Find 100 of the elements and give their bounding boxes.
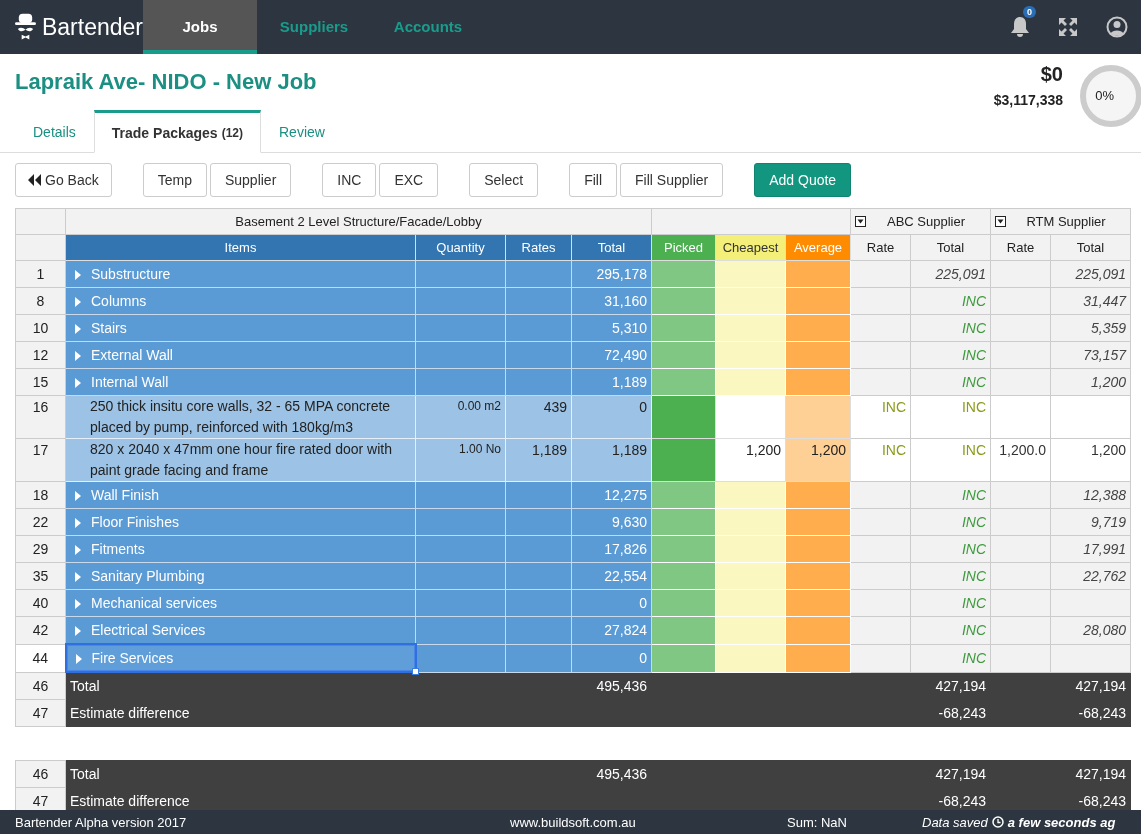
supplier-cell: 225,091: [910, 260, 991, 288]
progress-reading: 0%: [1095, 88, 1114, 103]
nav-tab[interactable]: Jobs: [143, 0, 257, 54]
compare-cell: 1,200: [785, 438, 851, 482]
toolbar-button[interactable]: Fill Supplier: [620, 163, 724, 197]
toolbar-button[interactable]: Go Back: [15, 163, 112, 197]
fill-handle[interactable]: [411, 668, 419, 675]
expand-icon[interactable]: [75, 518, 81, 529]
expand-icon[interactable]: [75, 297, 81, 308]
total-cell: 9,630: [571, 508, 652, 536]
supplier-cell: INC: [910, 508, 991, 536]
summary-total: 427,194: [1050, 760, 1131, 788]
summary-label: Total: [65, 760, 572, 788]
row-number: 1: [15, 260, 66, 288]
summary-total: 495,436: [571, 672, 652, 700]
supplier-cell: 17,991: [1050, 535, 1131, 563]
group-row-cell[interactable]: Fitments: [65, 535, 416, 563]
row-number: 15: [15, 368, 66, 396]
column-header: Quantity: [415, 234, 506, 261]
row-number: 35: [15, 562, 66, 590]
rewind-icon: [28, 174, 41, 186]
toolbar-button[interactable]: EXC: [379, 163, 439, 197]
group-row-cell[interactable]: Fire Services: [65, 644, 416, 672]
row-number: 16: [15, 395, 66, 439]
supplier-cell: INC: [910, 535, 991, 563]
nav-tab[interactable]: Accounts: [371, 0, 485, 54]
toolbar-button[interactable]: INC: [322, 163, 377, 197]
group-row-cell[interactable]: Columns: [65, 287, 416, 315]
supplier-cell: 22,762: [1050, 562, 1131, 590]
supplier-cell: INC: [910, 314, 991, 342]
saved-time: a few seconds ag: [1007, 814, 1116, 830]
toolbar-button[interactable]: Supplier: [209, 163, 292, 197]
group-row-cell[interactable]: Substructure: [65, 260, 416, 288]
row-number: 47: [15, 699, 66, 727]
fullscreen-icon[interactable]: [1058, 17, 1078, 37]
expand-icon[interactable]: [75, 626, 81, 637]
bell-icon[interactable]: [1010, 16, 1030, 38]
expand-icon[interactable]: [75, 572, 81, 583]
toolbar-button[interactable]: Fill: [569, 163, 618, 197]
group-row-cell[interactable]: Internal Wall: [65, 368, 416, 396]
rate-cell: 439: [505, 395, 572, 439]
row-number: 29: [15, 535, 66, 563]
toolbar-button[interactable]: Add Quote: [754, 163, 852, 197]
group-row-cell[interactable]: Sanitary Plumbing: [65, 562, 416, 590]
page-tab[interactable]: Review: [261, 110, 343, 153]
row-number: 18: [15, 481, 66, 509]
group-row-cell[interactable]: Floor Finishes: [65, 508, 416, 536]
group-row-cell[interactable]: Stairs: [65, 314, 416, 342]
supplier-cell: INC: [910, 616, 991, 644]
group-row-cell[interactable]: Mechanical services: [65, 589, 416, 617]
website-link[interactable]: www.buildsoft.com.au: [510, 814, 636, 830]
column-header: Total: [1050, 234, 1131, 261]
group-row-cell[interactable]: External Wall: [65, 341, 416, 369]
expand-icon[interactable]: [75, 270, 81, 281]
group-row-cell[interactable]: Electrical Services: [65, 616, 416, 644]
group-row-cell[interactable]: Wall Finish: [65, 481, 416, 509]
column-header: Total: [571, 234, 652, 261]
saved-label: Data saved: [922, 814, 988, 830]
row-number: 44: [15, 644, 66, 672]
supplier-header: ABC Supplier: [850, 208, 991, 235]
expand-icon[interactable]: [75, 378, 81, 389]
dropdown-icon[interactable]: [995, 216, 1006, 227]
expand-icon[interactable]: [75, 599, 81, 610]
supplier-cell: INC: [910, 341, 991, 369]
supplier-cell: 9,719: [1050, 508, 1131, 536]
total-cell: 22,554: [571, 562, 652, 590]
row-number: 10: [15, 314, 66, 342]
expand-icon[interactable]: [75, 545, 81, 556]
toolbar-button[interactable]: Temp: [142, 163, 207, 197]
compare-cell: 1,200: [715, 438, 786, 482]
supplier-cell: 12,388: [1050, 481, 1131, 509]
summary-total: 427,194: [1050, 672, 1131, 700]
progress-ring: [1077, 62, 1141, 130]
total-cell: 31,160: [571, 287, 652, 315]
supplier-cell: INC: [910, 562, 991, 590]
budget-text: $3,117,338: [993, 92, 1063, 108]
supplier-cell: 31,447: [1050, 287, 1131, 315]
expand-icon[interactable]: [75, 491, 81, 502]
expand-icon[interactable]: [75, 351, 81, 362]
row-number: 17: [15, 438, 66, 482]
row-number: 12: [15, 341, 66, 369]
summary-total: 495,436: [571, 760, 652, 788]
expand-icon[interactable]: [75, 654, 82, 665]
supplier-cell: 28,080: [1050, 616, 1131, 644]
dropdown-icon[interactable]: [855, 216, 866, 227]
notification-badge: 0: [1023, 6, 1036, 18]
summary-label: Total: [65, 672, 572, 700]
supplier-cell: INC: [910, 438, 991, 482]
nav-tab[interactable]: Suppliers: [257, 0, 371, 54]
user-icon[interactable]: [1106, 16, 1128, 38]
expand-icon[interactable]: [75, 324, 81, 335]
page-tab[interactable]: Details: [15, 110, 94, 153]
summary-total: -68,243: [910, 699, 991, 727]
brand-name: Bartender: [42, 13, 143, 41]
toolbar-button[interactable]: Select: [469, 163, 539, 197]
supplier-cell: INC: [910, 589, 991, 617]
summary-total: 427,194: [910, 760, 991, 788]
total-cell: 17,826: [571, 535, 652, 563]
total-cell: 1,189: [571, 368, 652, 396]
page-tab[interactable]: Trade Packages (12): [93, 110, 261, 153]
